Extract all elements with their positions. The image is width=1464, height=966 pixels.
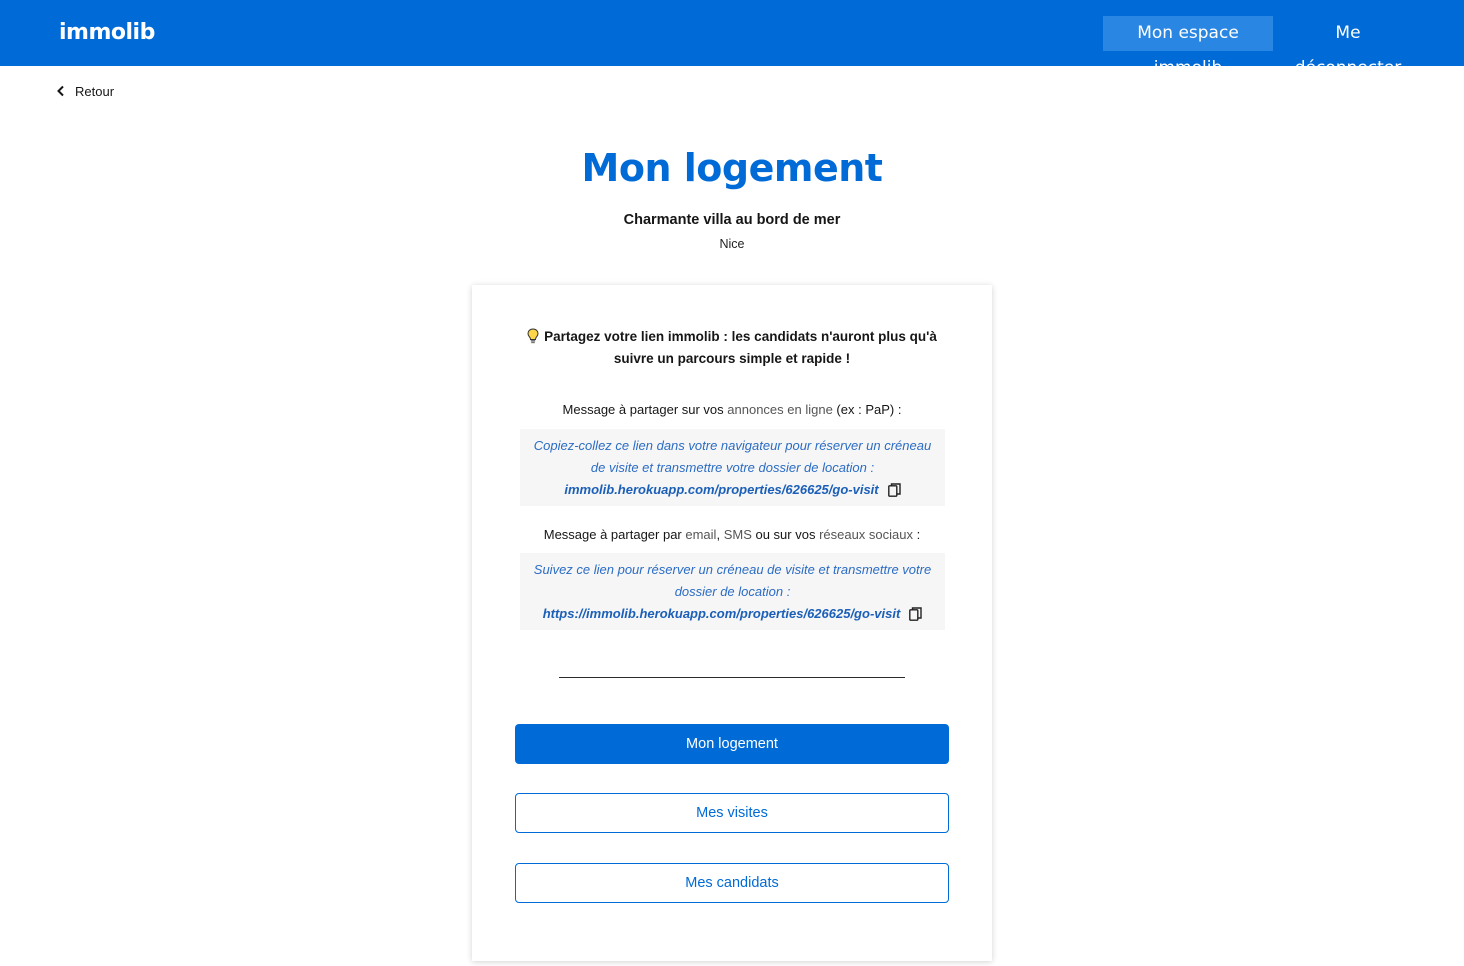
share-card: Partagez votre lien immolib : les candid… xyxy=(472,285,992,961)
social-message-label: Message à partager par email, SMS ou sur… xyxy=(472,527,992,542)
mes-candidats-button[interactable]: Mes candidats xyxy=(515,863,949,903)
social-label-sms: SMS xyxy=(723,527,752,542)
social-message-link[interactable]: https://immolib.herokuapp.com/properties… xyxy=(543,603,901,625)
social-label-mid: ou sur vos xyxy=(751,527,820,542)
divider xyxy=(559,677,905,678)
share-tip-text: Partagez votre lien immolib : les candid… xyxy=(544,329,937,366)
back-link-label: Retour xyxy=(75,83,115,99)
immolib-logo[interactable]: immolib xyxy=(59,20,155,45)
online-label-suffix: (ex : PaP) : xyxy=(832,402,902,417)
nav-logout-button[interactable]: Me déconnecter xyxy=(1280,16,1416,78)
online-label-muted: annonces en ligne xyxy=(727,402,833,417)
chevron-left-icon xyxy=(57,85,64,97)
social-label-networks: réseaux sociaux xyxy=(819,527,914,542)
back-link[interactable]: Retour xyxy=(56,82,114,100)
social-label-sep: , xyxy=(716,527,724,542)
mes-visites-button[interactable]: Mes visites xyxy=(515,793,949,833)
social-label-suffix: : xyxy=(913,527,921,542)
social-label-prefix: Message à partager par xyxy=(543,527,686,542)
online-message-link[interactable]: immolib.herokuapp.com/properties/626625/… xyxy=(564,479,878,501)
page-title: Mon logement xyxy=(581,146,883,190)
online-message-label: Message à partager sur vos annonces en l… xyxy=(472,402,992,417)
mon-logement-button[interactable]: Mon logement xyxy=(515,724,949,764)
lightbulb-icon xyxy=(527,328,539,344)
online-message-box: Copiez-collez ce lien dans votre navigat… xyxy=(520,429,945,506)
online-message-link-row: immolib.herokuapp.com/properties/626625/… xyxy=(564,479,901,501)
copy-icon[interactable] xyxy=(887,483,901,497)
nav-mon-espace-button[interactable]: Mon espace immolib xyxy=(1103,16,1273,78)
social-message-text: Suivez ce lien pour réserver un créneau … xyxy=(533,562,932,599)
copy-icon[interactable] xyxy=(909,607,922,621)
social-message-link-row: https://immolib.herokuapp.com/properties… xyxy=(543,603,923,625)
social-label-email: email xyxy=(685,527,717,542)
property-name: Charmante villa au bord de mer xyxy=(623,212,841,228)
top-navbar: immolib Mon espace immolib Me déconnecte… xyxy=(0,0,1464,78)
share-tip: Partagez votre lien immolib : les candid… xyxy=(512,326,952,370)
social-message-box: Suivez ce lien pour réserver un créneau … xyxy=(520,553,945,630)
online-label-prefix: Message à partager sur vos xyxy=(562,402,728,417)
property-city: Nice xyxy=(719,237,745,251)
online-message-text: Copiez-collez ce lien dans votre navigat… xyxy=(533,438,932,475)
